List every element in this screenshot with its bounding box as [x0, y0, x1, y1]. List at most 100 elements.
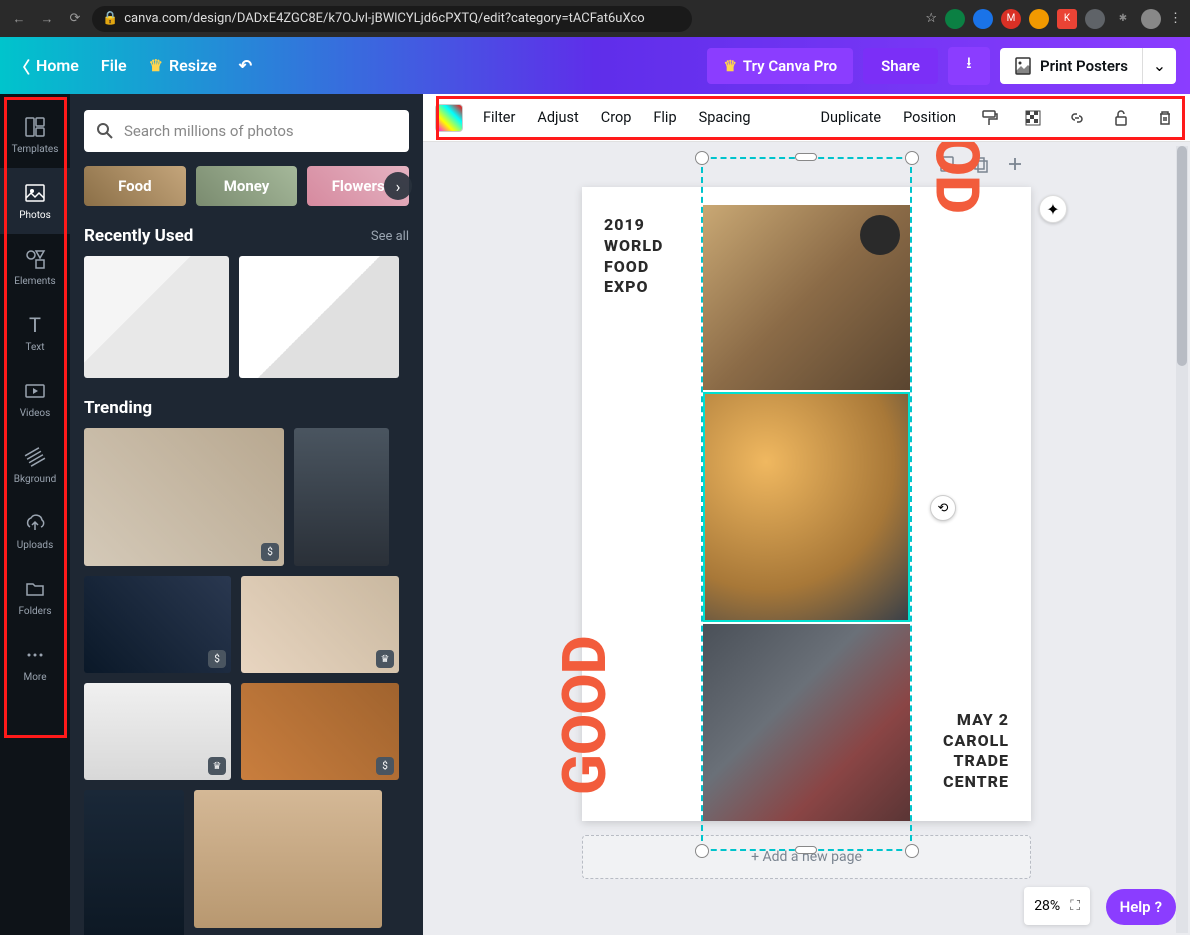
category-food[interactable]: Food: [84, 166, 186, 206]
rail-photos[interactable]: Photos: [0, 168, 70, 234]
try-pro-label: Try Canva Pro: [743, 57, 837, 75]
crop-button[interactable]: Crop: [599, 105, 634, 130]
vertical-scrollbar[interactable]: [1176, 146, 1188, 933]
selection-handle-bl[interactable]: [695, 844, 709, 858]
collapse-panel-button[interactable]: ‹: [421, 470, 423, 560]
ext-blue-icon[interactable]: [973, 9, 993, 29]
url-text: canva.com/design/DADxE4ZGC8E/k7OJvl-jBWl…: [124, 11, 644, 26]
home-button[interactable]: 〈 Home: [14, 54, 79, 78]
rail-templates[interactable]: Templates: [0, 102, 70, 168]
help-button[interactable]: Help ?: [1106, 889, 1176, 925]
color-swatch[interactable]: [435, 104, 463, 132]
selection-handle-tr[interactable]: [905, 151, 919, 165]
category-money[interactable]: Money: [196, 166, 298, 206]
spacing-button[interactable]: Spacing: [697, 105, 753, 130]
star-icon[interactable]: ☆: [925, 11, 937, 26]
videos-icon: [23, 379, 47, 403]
rail-background[interactable]: Bkground: [0, 432, 70, 498]
rail-elements[interactable]: Elements: [0, 234, 70, 300]
ext-k-icon[interactable]: K: [1057, 9, 1077, 29]
duplicate-button[interactable]: Duplicate: [818, 105, 883, 130]
effect-button[interactable]: ✦: [1039, 195, 1067, 223]
elements-icon: [23, 247, 47, 271]
rail-label: Elements: [14, 276, 55, 287]
link-button[interactable]: [1064, 105, 1090, 131]
section-title: Trending: [84, 398, 152, 418]
photo-thumb[interactable]: $: [241, 683, 399, 780]
add-page-button[interactable]: [1005, 154, 1025, 174]
poster-canvas[interactable]: 2019 WORLD FOOD EXPO GOOD FOOD MAY 2 CAR…: [582, 187, 1031, 821]
unlock-icon: [1112, 109, 1130, 127]
url-bar[interactable]: 🔒 canva.com/design/DADxE4ZGC8E/k7OJvl-jB…: [92, 6, 692, 32]
flip-button[interactable]: Flip: [651, 105, 678, 130]
category-next[interactable]: ›: [384, 172, 412, 200]
delete-button[interactable]: [1152, 105, 1178, 131]
transparency-button[interactable]: [1020, 105, 1046, 131]
undo-button[interactable]: ↶: [239, 56, 252, 75]
print-posters-button[interactable]: Print Posters: [1000, 48, 1142, 84]
filter-button[interactable]: Filter: [481, 105, 517, 130]
photo-thumb[interactable]: ♛: [84, 683, 231, 780]
search-box[interactable]: [84, 110, 409, 152]
share-button[interactable]: Share: [863, 48, 938, 84]
try-pro-button[interactable]: ♛ Try Canva Pro: [707, 48, 853, 84]
photo-thumb[interactable]: [84, 256, 229, 378]
poster-text-food[interactable]: FOOD: [922, 142, 993, 213]
ext-bt-icon[interactable]: ✱: [1113, 9, 1133, 29]
rail-uploads[interactable]: Uploads: [0, 498, 70, 564]
ext-gray-icon[interactable]: [1085, 9, 1105, 29]
rotate-handle[interactable]: ⟲: [930, 495, 956, 521]
ext-orange-icon[interactable]: [1029, 9, 1049, 29]
lock-button[interactable]: [1108, 105, 1134, 131]
selection-handle-br[interactable]: [905, 844, 919, 858]
download-button[interactable]: ⭳: [948, 47, 990, 85]
transparency-icon: [1024, 109, 1042, 127]
scrollbar-thumb[interactable]: [1177, 146, 1187, 366]
canvas-scroll[interactable]: 2019 WORLD FOOD EXPO GOOD FOOD MAY 2 CAR…: [423, 142, 1190, 935]
zoom-value[interactable]: 28%: [1034, 898, 1060, 914]
adjust-button[interactable]: Adjust: [535, 105, 580, 130]
file-button[interactable]: File: [101, 56, 127, 75]
selection-handle-t[interactable]: [795, 153, 817, 161]
rotate-icon: ⟲: [938, 501, 949, 516]
photo-thumb[interactable]: [84, 790, 184, 935]
ext-gmail-icon[interactable]: M: [1001, 9, 1021, 29]
photo-thumb[interactable]: [294, 428, 389, 566]
fullscreen-button[interactable]: ⛶: [1070, 898, 1080, 914]
menu-dots-icon[interactable]: ⋮: [1169, 11, 1182, 26]
rail-text[interactable]: T Text: [0, 300, 70, 366]
print-dropdown[interactable]: ⌄: [1142, 48, 1176, 84]
forward-icon[interactable]: →: [36, 8, 58, 30]
copy-style-button[interactable]: [976, 105, 1002, 131]
back-icon[interactable]: ←: [8, 8, 30, 30]
question-icon: ?: [1155, 898, 1162, 916]
photo-thumb[interactable]: $: [84, 428, 284, 566]
photo-thumb[interactable]: ♛: [241, 576, 399, 673]
section-head-recent: Recently Used See all: [84, 226, 409, 246]
resize-label: Resize: [169, 56, 217, 75]
poster-text-good[interactable]: GOOD: [549, 636, 620, 795]
search-input[interactable]: [124, 122, 397, 140]
paid-badge: $: [261, 543, 279, 561]
text-line: FOOD: [604, 257, 663, 278]
photo-thumb[interactable]: $: [84, 576, 231, 673]
photo-thumb[interactable]: [194, 790, 382, 928]
rail-folders[interactable]: Folders: [0, 564, 70, 630]
position-button[interactable]: Position: [901, 105, 958, 130]
selection-handle-tl[interactable]: [695, 151, 709, 165]
rail-label: More: [23, 672, 46, 683]
rail-more[interactable]: More: [0, 630, 70, 696]
rail-videos[interactable]: Videos: [0, 366, 70, 432]
selection-handle-b[interactable]: [795, 846, 817, 854]
uploads-icon: [23, 511, 47, 535]
see-all-link[interactable]: See all: [371, 229, 409, 244]
text-line: CAROLL: [943, 731, 1009, 752]
poster-text-top[interactable]: 2019 WORLD FOOD EXPO: [604, 215, 663, 298]
reload-icon[interactable]: ⟳: [64, 8, 86, 30]
poster-text-bottom[interactable]: MAY 2 CAROLL TRADE CENTRE: [943, 710, 1009, 793]
resize-button[interactable]: ♛ Resize: [149, 56, 217, 75]
avatar[interactable]: [1141, 9, 1161, 29]
chevron-left-icon: 〈: [14, 54, 30, 78]
ext-grammarly-icon[interactable]: [945, 9, 965, 29]
photo-thumb[interactable]: [239, 256, 399, 378]
